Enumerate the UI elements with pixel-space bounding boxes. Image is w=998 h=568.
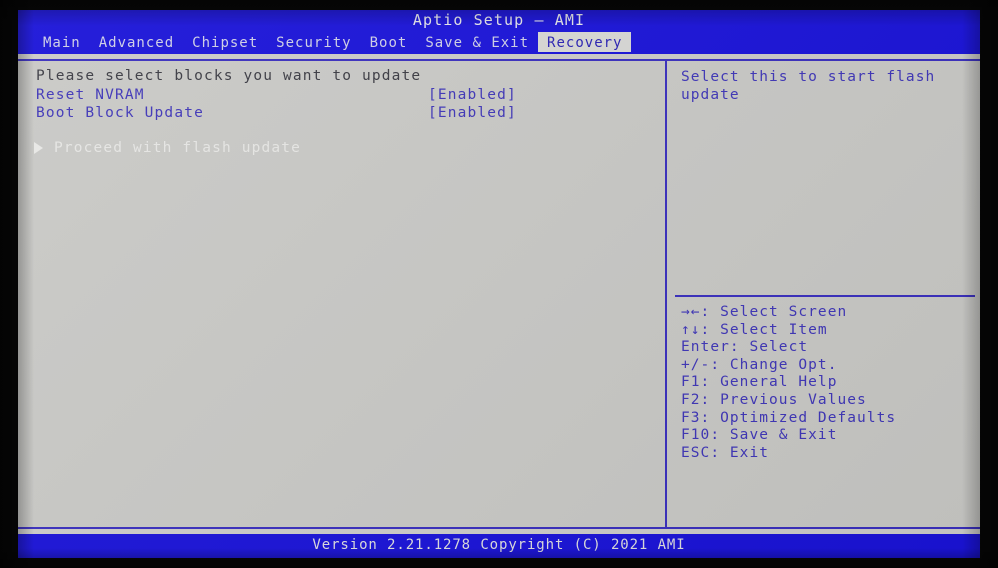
triangle-right-icon (34, 142, 43, 154)
tab-save-and-exit[interactable]: Save & Exit (416, 32, 538, 54)
setting-value[interactable]: [Enabled] (428, 105, 517, 121)
help-text: Select this to start flash update (681, 69, 936, 103)
tab-advanced[interactable]: Advanced (90, 32, 183, 54)
version-text: Version 2.21.1278 Copyright (C) 2021 AMI (312, 537, 686, 553)
bios-setup-screen: Aptio Setup – AMI Main Advanced Chipset … (18, 10, 980, 558)
content-frame: Please select blocks you want to update … (18, 61, 980, 527)
key-legend: →←: Select Screen ↑↓: Select Item Enter:… (681, 304, 977, 462)
title-bar: Aptio Setup – AMI (18, 10, 980, 32)
menu-bar[interactable]: Main Advanced Chipset Security Boot Save… (18, 32, 980, 54)
help-divider (675, 295, 975, 297)
setting-value[interactable]: [Enabled] (428, 87, 517, 103)
monitor-photo: Aptio Setup – AMI Main Advanced Chipset … (0, 0, 998, 568)
tab-main[interactable]: Main (34, 32, 90, 54)
tab-security[interactable]: Security (267, 32, 360, 54)
tab-chipset[interactable]: Chipset (183, 32, 267, 54)
footer-bar: Version 2.21.1278 Copyright (C) 2021 AMI (18, 534, 980, 558)
key-legend-change-opt: +/-: Change Opt. (681, 356, 838, 373)
menu-item-label: Proceed with flash update (54, 140, 301, 156)
key-legend-select-item: ↑↓: Select Item (681, 321, 828, 338)
setting-label: Boot Block Update (36, 105, 204, 121)
setting-label: Reset NVRAM (36, 87, 145, 103)
settings-pane: Please select blocks you want to update … (18, 61, 665, 527)
key-legend-general-help: F1: General Help (681, 374, 838, 391)
setting-row-boot-block-update[interactable]: Boot Block Update [Enabled] (36, 105, 636, 123)
key-legend-select-screen: →←: Select Screen (681, 304, 848, 320)
key-legend-enter-select: Enter: Select (681, 339, 809, 356)
help-pane: Select this to start flash update →←: Se… (667, 61, 980, 527)
tab-recovery[interactable]: Recovery (538, 32, 632, 52)
page-title: Aptio Setup – AMI (412, 11, 586, 29)
key-legend-optimized-defaults: F3: Optimized Defaults (681, 409, 897, 426)
tab-boot[interactable]: Boot (361, 32, 417, 54)
key-legend-save-and-exit: F10: Save & Exit (681, 427, 838, 444)
setting-row-reset-nvram[interactable]: Reset NVRAM [Enabled] (36, 87, 636, 105)
key-legend-previous-values: F2: Previous Values (681, 391, 867, 408)
menu-item-proceed-with-flash-update[interactable]: Proceed with flash update (26, 140, 656, 159)
key-legend-esc-exit: ESC: Exit (681, 444, 770, 461)
section-header: Please select blocks you want to update (36, 68, 422, 84)
